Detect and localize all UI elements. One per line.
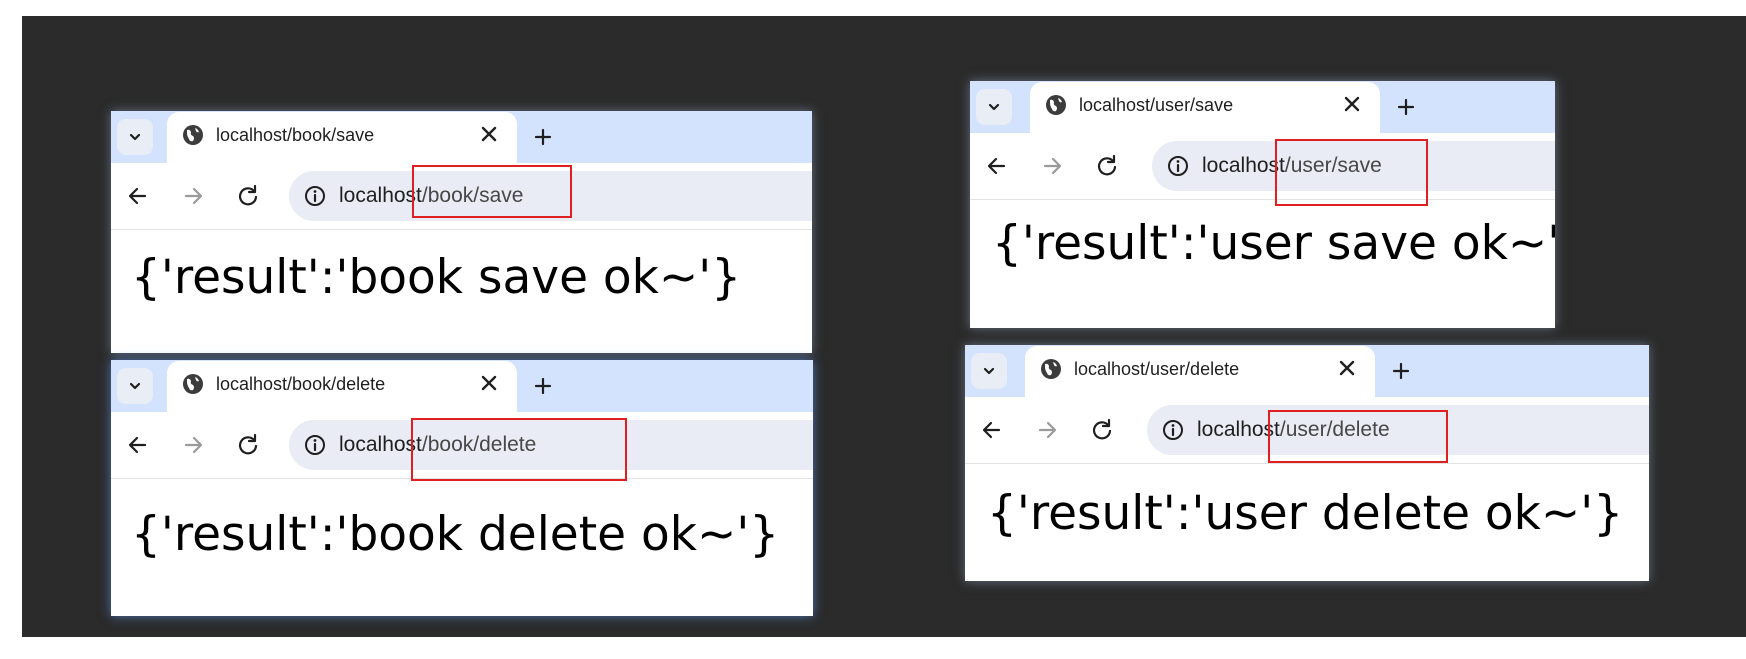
page-content: {'result':'book delete ok~'} xyxy=(111,479,813,616)
reload-icon[interactable] xyxy=(235,432,261,458)
globe-icon xyxy=(1046,95,1066,115)
chevron-down-icon xyxy=(129,382,141,390)
arrow-right-icon[interactable] xyxy=(180,432,206,458)
globe-icon xyxy=(183,125,203,145)
arrow-right-icon[interactable] xyxy=(1034,417,1060,443)
json-response: {'result':'book save ok~'} xyxy=(131,250,742,305)
arrow-left-icon[interactable] xyxy=(125,432,151,458)
browser-window-user-delete: localhost/user/delete localhost/user/del… xyxy=(965,345,1649,581)
page-content: {'result':'user delete ok~'} xyxy=(965,464,1649,581)
tab-strip: localhost/user/save xyxy=(970,81,1555,133)
close-icon[interactable] xyxy=(1335,356,1359,380)
arrow-right-icon[interactable] xyxy=(180,183,206,209)
tab-strip: localhost/user/delete xyxy=(965,345,1649,397)
tab-search-button[interactable] xyxy=(971,353,1007,389)
info-icon[interactable] xyxy=(1161,418,1185,442)
page-content: {'result':'user save ok~'} xyxy=(970,200,1555,328)
globe-icon xyxy=(183,374,203,394)
tab-title: localhost/user/delete xyxy=(1074,359,1240,379)
plus-icon[interactable] xyxy=(531,125,555,149)
tab-active[interactable]: localhost/book/delete xyxy=(167,361,517,412)
arrow-left-icon[interactable] xyxy=(984,153,1010,179)
url-host: localhost xyxy=(339,184,422,207)
tab-search-button[interactable] xyxy=(976,89,1012,125)
plus-icon[interactable] xyxy=(1394,95,1418,119)
tab-strip: localhost/book/save xyxy=(111,111,812,163)
tab-search-button[interactable] xyxy=(117,368,153,404)
browser-window-book-delete: localhost/book/delete localhost/book/del… xyxy=(111,360,813,616)
url-path-highlight xyxy=(1268,410,1448,463)
plus-icon[interactable] xyxy=(1389,359,1413,383)
chevron-down-icon xyxy=(983,367,995,375)
arrow-left-icon[interactable] xyxy=(979,417,1005,443)
json-response: {'result':'book delete ok~'} xyxy=(131,507,780,562)
arrow-right-icon[interactable] xyxy=(1039,153,1065,179)
tab-active[interactable]: localhost/user/delete xyxy=(1025,346,1375,397)
url-path-highlight xyxy=(1275,139,1428,206)
globe-icon xyxy=(1041,359,1061,379)
tab-title: localhost/book/delete xyxy=(216,374,386,394)
browser-window-user-save: localhost/user/save localhost/user/save … xyxy=(970,81,1555,328)
tab-active[interactable]: localhost/user/save xyxy=(1030,82,1380,133)
close-icon[interactable] xyxy=(1340,92,1364,116)
close-icon[interactable] xyxy=(477,371,501,395)
close-icon[interactable] xyxy=(477,122,501,146)
info-icon[interactable] xyxy=(1166,154,1190,178)
tab-title: localhost/user/save xyxy=(1079,95,1234,115)
chevron-down-icon xyxy=(129,133,141,141)
tab-title: localhost/book/save xyxy=(216,125,375,145)
reload-icon[interactable] xyxy=(1089,417,1115,443)
page-content: {'result':'book save ok~'} xyxy=(111,230,812,353)
browser-window-book-save: localhost/book/save localhost/book/save … xyxy=(111,111,812,353)
url-host: localhost xyxy=(339,433,422,456)
tab-active[interactable]: localhost/book/save xyxy=(167,112,517,163)
url-path-highlight xyxy=(411,418,627,481)
arrow-left-icon[interactable] xyxy=(125,183,151,209)
tab-search-button[interactable] xyxy=(117,119,153,155)
reload-icon[interactable] xyxy=(1094,153,1120,179)
info-icon[interactable] xyxy=(303,184,327,208)
toolbar: localhost/user/save xyxy=(970,133,1555,200)
chevron-down-icon xyxy=(988,103,1000,111)
url-path-highlight xyxy=(412,165,572,218)
plus-icon[interactable] xyxy=(531,374,555,398)
tab-strip: localhost/book/delete xyxy=(111,360,813,412)
info-icon[interactable] xyxy=(303,433,327,457)
json-response: {'result':'user save ok~'} xyxy=(992,216,1555,271)
json-response: {'result':'user delete ok~'} xyxy=(987,486,1624,541)
reload-icon[interactable] xyxy=(235,183,261,209)
url-host: localhost xyxy=(1202,154,1285,177)
